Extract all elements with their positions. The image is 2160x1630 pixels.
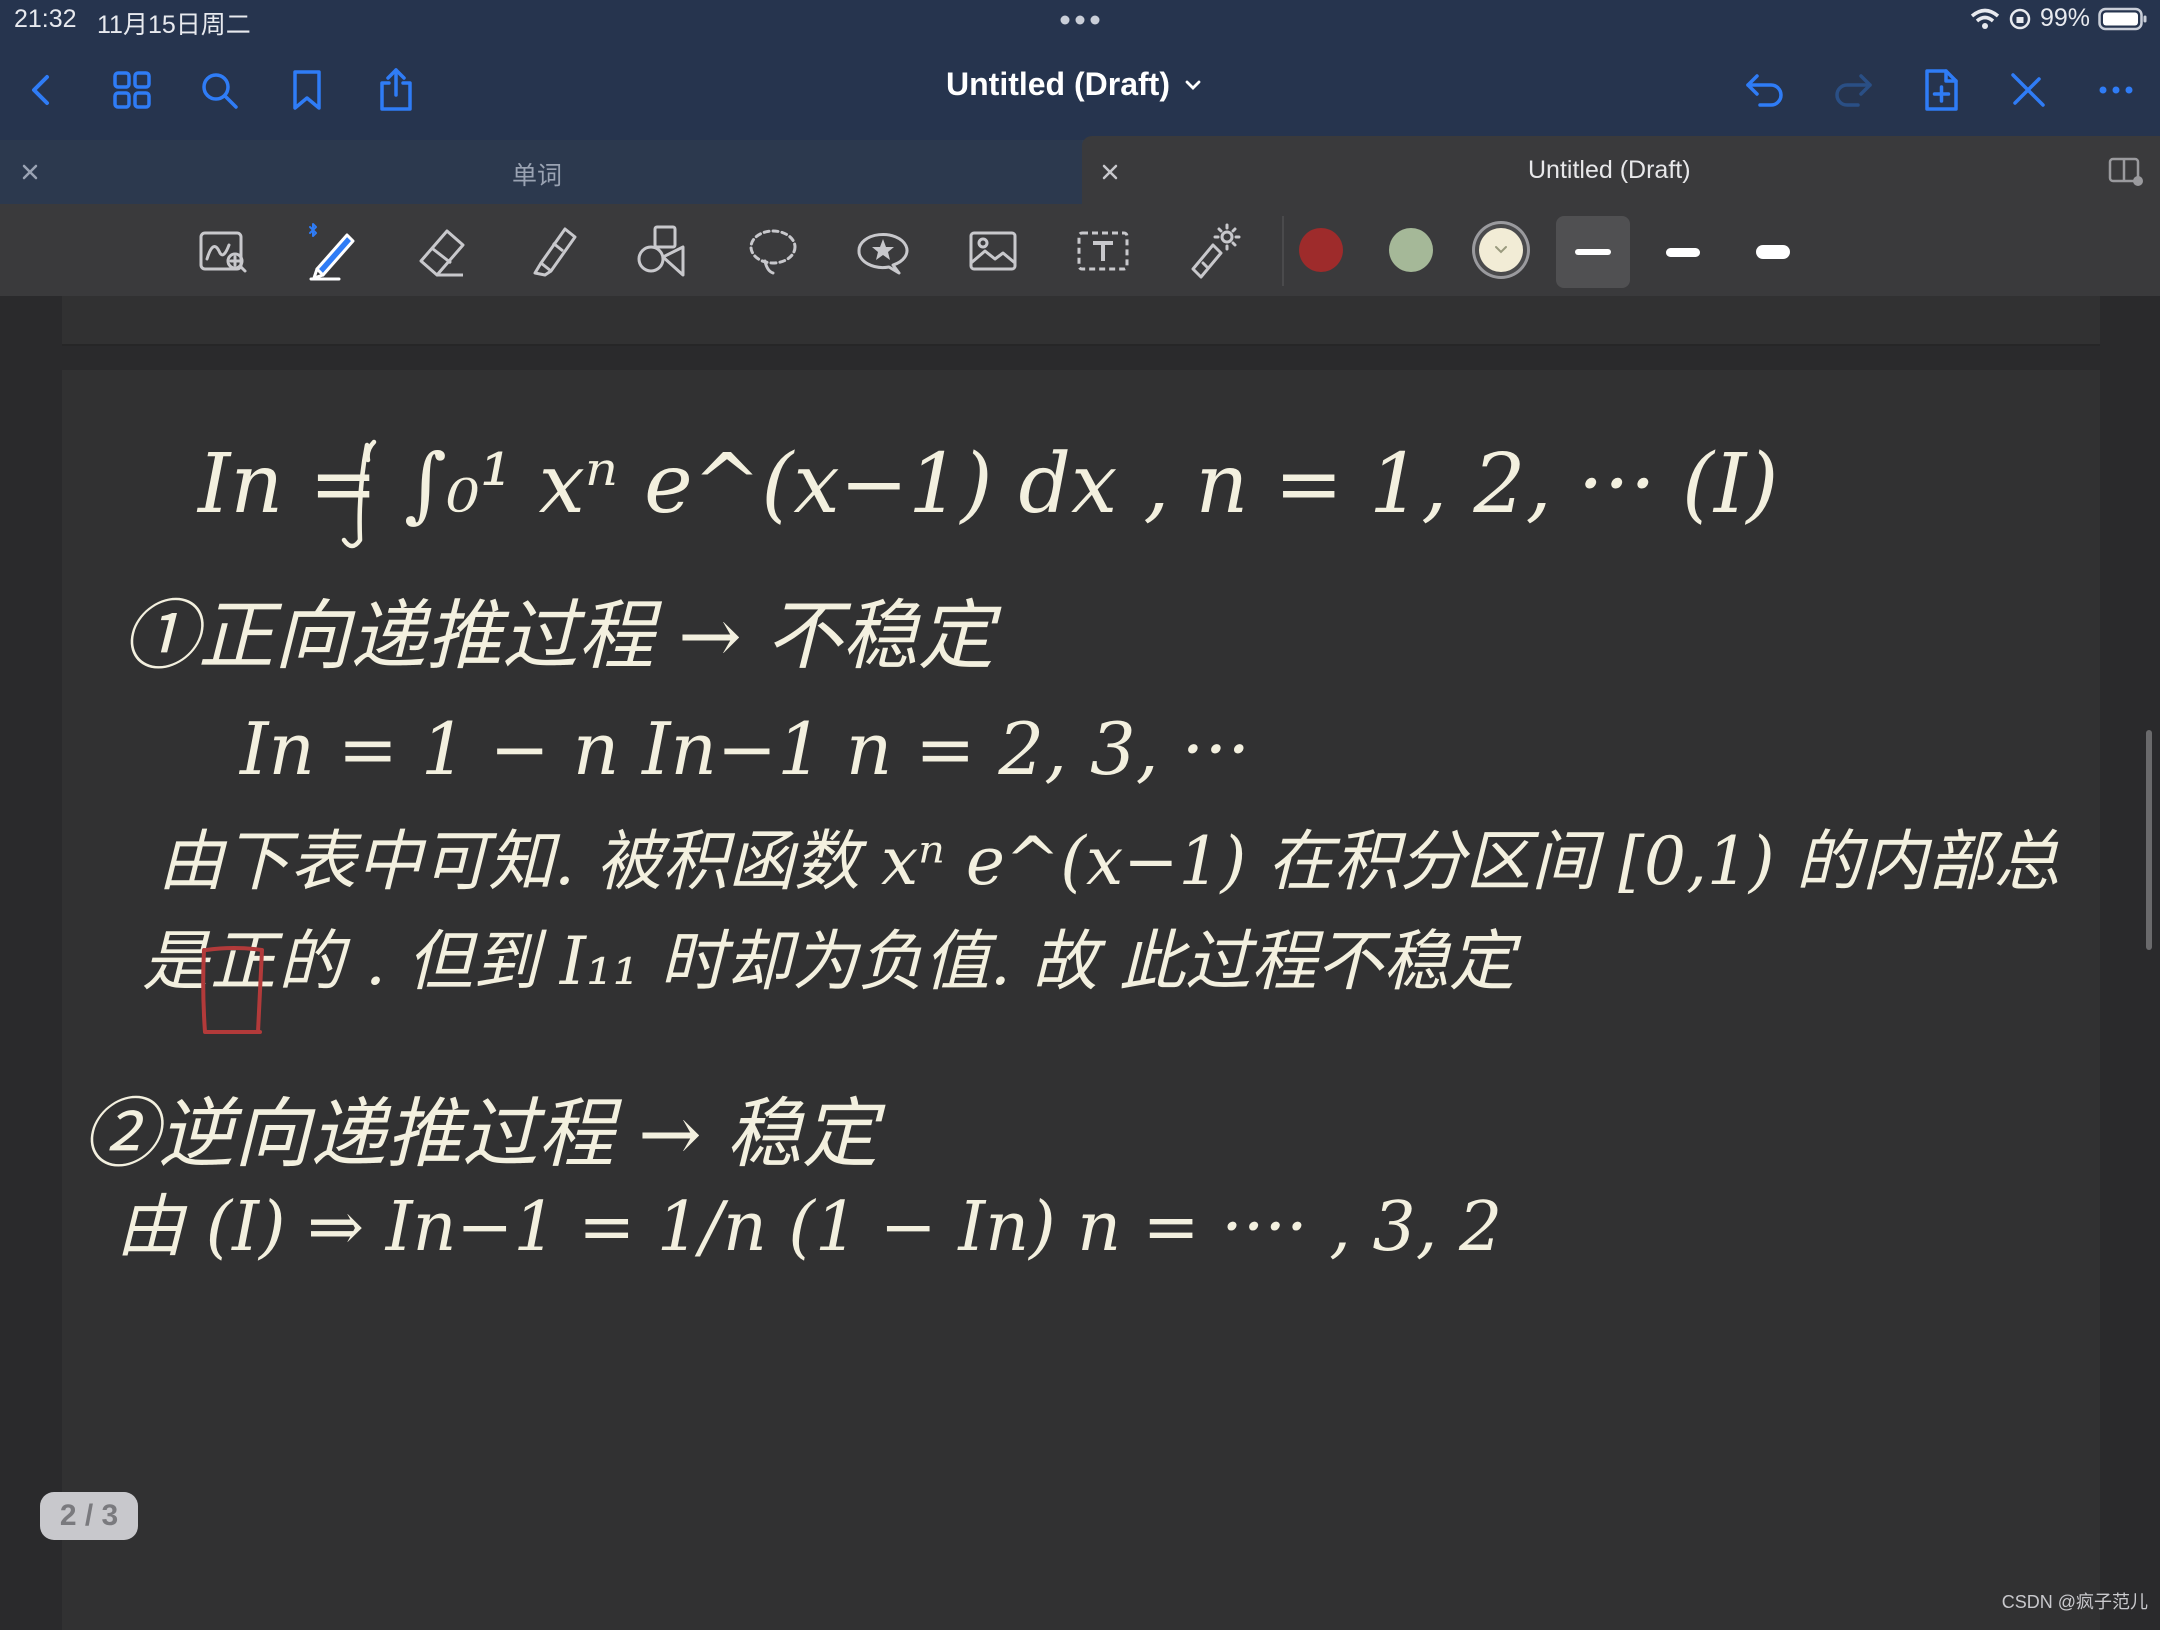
handwriting-layer: In = ∫₀¹ xⁿ e^(x−1) dx , n = 1, 2, ··· (…: [82, 437, 2060, 1267]
share-button[interactable]: [368, 62, 424, 118]
back-button[interactable]: [14, 62, 70, 118]
orientation-lock-icon: [2009, 8, 2031, 29]
undo-button[interactable]: [1737, 62, 1793, 118]
status-bar: 21:32 11月15日周二 99%: [0, 0, 2160, 40]
thickness-medium-button[interactable]: [1646, 216, 1720, 288]
note-page[interactable]: In = ∫₀¹ xⁿ e^(x−1) dx , n = 1, 2, ··· (…: [62, 370, 2100, 1630]
pen-tool[interactable]: [300, 218, 366, 284]
ink-text: 是: [142, 923, 211, 1000]
search-icon: [202, 73, 238, 109]
color-swatch-cream[interactable]: [1479, 228, 1523, 272]
document-title-label: Untitled (Draft): [946, 66, 1170, 102]
laser-pointer-icon: [1191, 223, 1241, 279]
status-time: 21:32: [14, 5, 77, 33]
chevron-down-icon: [1185, 80, 1201, 90]
undo-icon: [1746, 74, 1783, 107]
add-page-icon: [1925, 69, 1958, 111]
ink-text: ②逆向递推过程 → 稳定: [82, 1089, 886, 1178]
tab-untitled-draft[interactable]: Untitled (Draft): [1082, 136, 2160, 204]
split-view-icon[interactable]: [2108, 156, 2144, 188]
ink-line-backward-formula: 由 (I) ⇒ In−1 = 1/n (1 − In) n = ···· , 3…: [116, 1188, 1502, 1267]
pen-icon: [309, 223, 355, 281]
ink-text: 由下表中可知. 被积函数 xⁿ e^(x−1) 在积分区间 [0,1) 的内部总: [158, 823, 2060, 900]
color-swatch-sage[interactable]: [1389, 228, 1433, 272]
text-icon: [1077, 231, 1129, 271]
add-page-button[interactable]: [1913, 62, 1969, 118]
image-tool[interactable]: [960, 218, 1026, 284]
page-indicator: 2 / 3: [40, 1492, 138, 1540]
ink-line-explanation: 由下表中可知. 被积函数 xⁿ e^(x−1) 在积分区间 [0,1) 的内部总: [158, 823, 2060, 900]
ink-line-forward: ①正向递推过程 → 不稳定: [122, 591, 1002, 680]
ink-text: In = 1 − n In−1 n = 2, 3, ···: [238, 707, 1250, 791]
ink-line-conclusion: 是 正 的 . 但到 I₁₁ 时却为负值. 故 此过程不稳定: [142, 923, 1522, 1034]
laser-pointer-tool[interactable]: [1180, 218, 1246, 284]
bookmark-icon: [293, 70, 321, 110]
lasso-tool[interactable]: [740, 218, 806, 284]
thickness-bold-button[interactable]: [1736, 216, 1810, 288]
battery-icon: [2098, 7, 2147, 30]
wifi-icon: [1970, 8, 2000, 29]
ink-text: ①正向递推过程 → 不稳定: [122, 591, 1002, 680]
zoom-window-icon: [199, 231, 247, 273]
page-1-bottom: [62, 296, 2100, 346]
ink-text: 由 (I) ⇒ In−1 = 1/n (1 − In) n = ···· , 3…: [116, 1188, 1502, 1267]
zoom-window-tool[interactable]: [190, 218, 256, 284]
grid-icon: [113, 71, 151, 109]
thickness-fine-button[interactable]: [1556, 216, 1630, 288]
ellipsis-icon: [2099, 86, 2133, 94]
close-icon[interactable]: [1096, 158, 1124, 186]
pencil-slash-icon: [2011, 73, 2045, 107]
multitasking-dots-icon[interactable]: [1057, 9, 1103, 31]
battery-percent: 99%: [2039, 4, 2090, 32]
thumbnails-button[interactable]: [104, 62, 160, 118]
chevron-left-icon: [32, 75, 49, 105]
tab-label: 单词: [512, 162, 563, 190]
shapes-icon: [637, 225, 685, 277]
redo-button[interactable]: [1825, 62, 1881, 118]
toggle-edit-button[interactable]: [2000, 62, 2056, 118]
bookmark-button[interactable]: [279, 62, 335, 118]
redo-icon: [1835, 74, 1872, 107]
status-date: 11月15日周二: [97, 11, 251, 39]
highlighter-tool[interactable]: [520, 218, 586, 284]
ink-line-recurrence: In = 1 − n In−1 n = 2, 3, ···: [238, 707, 1250, 791]
tab-words[interactable]: 单词: [0, 140, 1082, 204]
text-tool[interactable]: [1070, 218, 1136, 284]
search-button[interactable]: [191, 62, 247, 118]
scrollbar[interactable]: [2146, 730, 2152, 950]
ink-text: 的 . 但到 I₁₁ 时却为负值. 故 此过程不稳定: [278, 923, 1522, 1000]
sticker-icon: [857, 232, 909, 275]
status-right: 99%: [1970, 4, 2148, 33]
chevron-down-icon: [1495, 246, 1507, 254]
lasso-icon: [749, 229, 797, 275]
ink-line-integral: In = ∫₀¹ xⁿ e^(x−1) dx , n = 1, 2, ··· (…: [196, 437, 1778, 549]
toolbar-separator: [1282, 216, 1284, 286]
nav-bar: Untitled (Draft): [0, 40, 2160, 140]
sticker-tool[interactable]: [850, 218, 916, 284]
close-icon[interactable]: [16, 158, 44, 186]
color-swatch-red[interactable]: [1299, 228, 1343, 272]
drawing-toolbar: [0, 204, 2160, 296]
eraser-tool[interactable]: [410, 218, 476, 284]
image-icon: [969, 231, 1017, 271]
tab-label: Untitled (Draft): [1528, 156, 1691, 184]
eraser-icon: [419, 229, 465, 277]
document-title[interactable]: Untitled (Draft): [946, 66, 1202, 103]
highlighter-icon: [533, 227, 577, 277]
shapes-tool[interactable]: [630, 218, 696, 284]
tab-bar: 单词 Untitled (Draft): [0, 136, 2160, 204]
more-button[interactable]: [2088, 62, 2144, 118]
watermark: CSDN @疯子范儿: [2001, 1592, 2148, 1612]
ink-text: In = ∫₀¹ xⁿ e^(x−1) dx , n = 1, 2, ··· (…: [196, 437, 1778, 532]
ink-line-backward: ②逆向递推过程 → 稳定: [82, 1089, 886, 1178]
share-icon: [380, 68, 412, 111]
ink-text: 正: [210, 923, 284, 1000]
